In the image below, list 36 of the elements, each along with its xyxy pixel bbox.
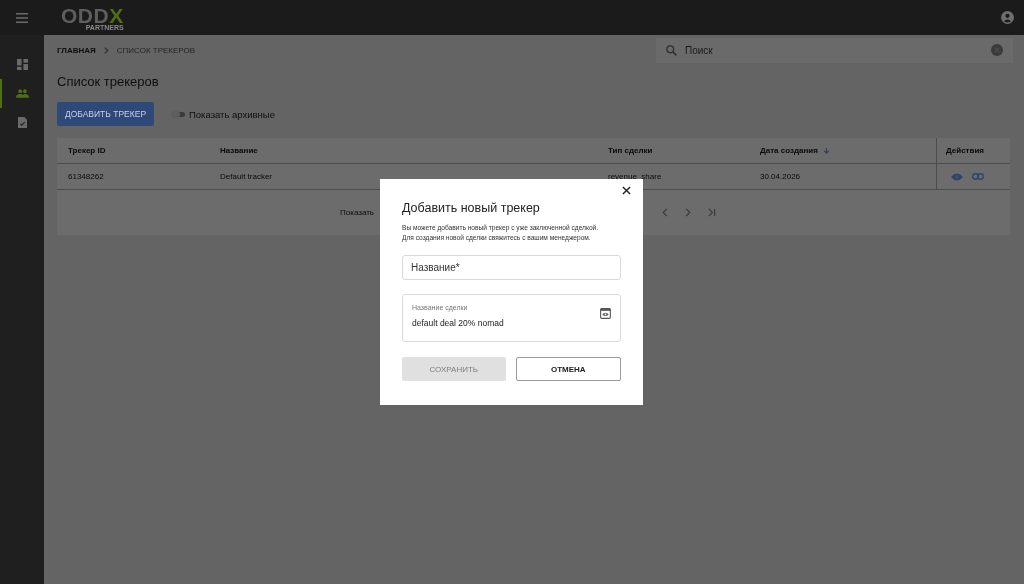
close-icon[interactable]	[622, 186, 631, 195]
add-tracker-button[interactable]: ДОБАВИТЬ ТРЕКЕР	[57, 102, 154, 126]
table-cell-text: revenue_share	[607, 171, 663, 183]
search-field[interactable]: Поиск	[685, 44, 983, 56]
link-icon[interactable]	[972, 173, 984, 180]
next-page-icon[interactable]	[685, 208, 691, 217]
dialog-title: Добавить новый трекер	[402, 201, 541, 215]
column-header[interactable]: Действия	[936, 138, 1010, 163]
column-header[interactable]: Тип сделки	[597, 138, 749, 163]
menu-icon[interactable]	[16, 12, 28, 23]
page-title: Список трекеров	[57, 74, 160, 89]
preview-icon[interactable]	[600, 308, 611, 319]
rows-per-page-label: Показать	[340, 208, 374, 217]
cancel-button[interactable]: ОТМЕНА	[515, 357, 621, 381]
chevron-icon	[103, 46, 109, 54]
previous-page-icon[interactable]	[662, 208, 668, 217]
archive-toggle-label[interactable]: Показать архивные	[189, 108, 275, 120]
table-cell-text: 30.04.2026	[759, 171, 802, 183]
people-icon	[15, 89, 29, 98]
column-header[interactable]: Дата создания	[749, 138, 936, 163]
account-icon[interactable]	[1001, 11, 1014, 24]
column-header[interactable]: Название	[209, 138, 597, 163]
table-cell-text: Default tracker	[219, 171, 274, 183]
clear-icon[interactable]	[991, 44, 1003, 56]
name-field[interactable]: Название*	[402, 255, 621, 280]
document-icon	[17, 117, 27, 128]
last-page-icon[interactable]	[708, 208, 716, 217]
field-value: default deal 20% nomad	[412, 318, 504, 328]
search-icon	[666, 44, 677, 56]
eye-icon[interactable]	[951, 172, 963, 181]
column-header[interactable]: Трекер ID	[57, 138, 209, 163]
dashboard-icon	[16, 59, 28, 70]
search-bar[interactable]: Поиск	[656, 37, 1013, 63]
archive-toggle[interactable]	[173, 111, 185, 117]
table-cell-text: 61348262	[67, 171, 105, 183]
breadcrumb-link[interactable]: ГЛАВНАЯ	[57, 45, 96, 55]
